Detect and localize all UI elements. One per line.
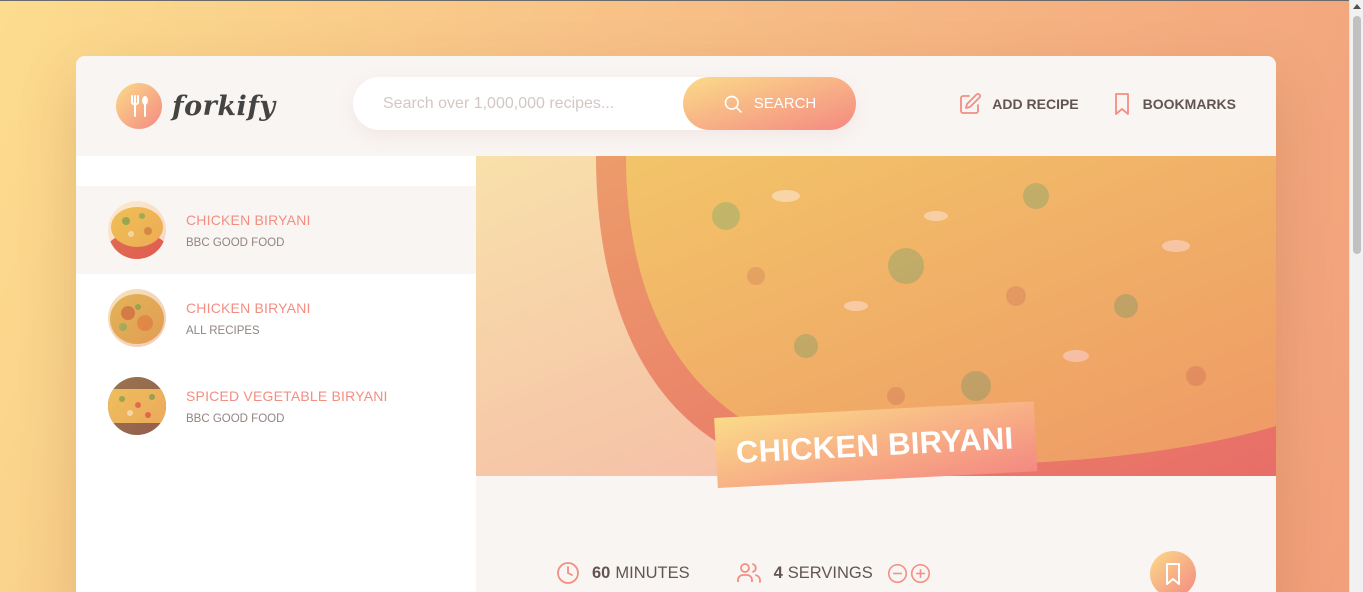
minus-circle-icon: [887, 563, 907, 583]
window-top-border: [0, 0, 1363, 1]
result-item[interactable]: Spiced Vegetable Biryani BBC Good Food: [76, 362, 476, 450]
cooking-time: 60 minutes: [556, 561, 690, 585]
servings-unit: servings: [787, 563, 873, 582]
result-text: Spiced Vegetable Biryani BBC Good Food: [186, 388, 388, 425]
servings-value: 4: [773, 563, 783, 582]
users-icon: [736, 563, 761, 583]
servings-controls: [887, 563, 931, 584]
logo[interactable]: forkify: [116, 83, 276, 129]
servings: 4 servings: [736, 561, 931, 585]
search-button[interactable]: Search: [683, 77, 856, 130]
search-input[interactable]: [383, 77, 673, 130]
search-form: Search: [353, 77, 856, 130]
header: forkify Search Add recipe: [76, 56, 1276, 156]
bookmark-icon: [1114, 93, 1129, 115]
bookmarks-button[interactable]: Bookmarks: [1111, 92, 1236, 116]
result-publisher: BBC Good Food: [186, 236, 285, 249]
app-container: forkify Search Add recipe: [76, 56, 1276, 592]
clock-icon: [557, 562, 579, 584]
plus-circle-icon: [910, 563, 930, 583]
recipe-title-text: Chicken Biryani: [735, 420, 1015, 470]
nav: Add recipe Bookmarks: [958, 92, 1236, 116]
recipe-thumbnail: [108, 201, 166, 259]
recipe-details: 60 minutes 4 servings: [556, 561, 931, 585]
increase-servings-button[interactable]: [910, 563, 931, 584]
bookmark-icon: [1166, 563, 1180, 585]
search-results: Chicken Biryani BBC Good Food Chicken Bi…: [76, 156, 476, 592]
result-title: Chicken Biryani: [186, 299, 311, 316]
recipe-view: Chicken Biryani 60 minutes 4 servings: [476, 156, 1276, 592]
fork-spoon-icon: [116, 83, 162, 129]
search-button-label: Search: [753, 95, 817, 112]
result-publisher: BBC Good Food: [186, 412, 285, 425]
recipe-thumbnail: [108, 289, 166, 347]
result-title: Spiced Vegetable Biryani: [186, 387, 388, 404]
result-item[interactable]: Chicken Biryani BBC Good Food: [76, 186, 476, 274]
edit-icon: [960, 93, 982, 114]
result-item[interactable]: Chicken Biryani All Recipes: [76, 274, 476, 362]
search-icon: [724, 95, 742, 113]
result-title: Chicken Biryani: [186, 211, 311, 228]
result-text: Chicken Biryani BBC Good Food: [186, 212, 311, 249]
result-text: Chicken Biryani All Recipes: [186, 300, 311, 337]
recipe-thumbnail: [108, 377, 166, 435]
logo-text: forkify: [172, 90, 276, 122]
cooking-time-value: 60: [592, 563, 611, 582]
scroll-up-icon[interactable]: [1353, 4, 1361, 9]
decrease-servings-button[interactable]: [887, 563, 908, 584]
add-recipe-label: Add recipe: [992, 96, 1079, 112]
result-publisher: All Recipes: [186, 324, 260, 337]
page-scrollbar[interactable]: [1349, 0, 1363, 592]
bookmark-recipe-button[interactable]: [1150, 551, 1196, 592]
scrollbar-thumb[interactable]: [1353, 16, 1361, 254]
cooking-time-unit: minutes: [615, 563, 690, 582]
add-recipe-button[interactable]: Add recipe: [958, 92, 1079, 116]
bookmarks-label: Bookmarks: [1142, 96, 1236, 112]
